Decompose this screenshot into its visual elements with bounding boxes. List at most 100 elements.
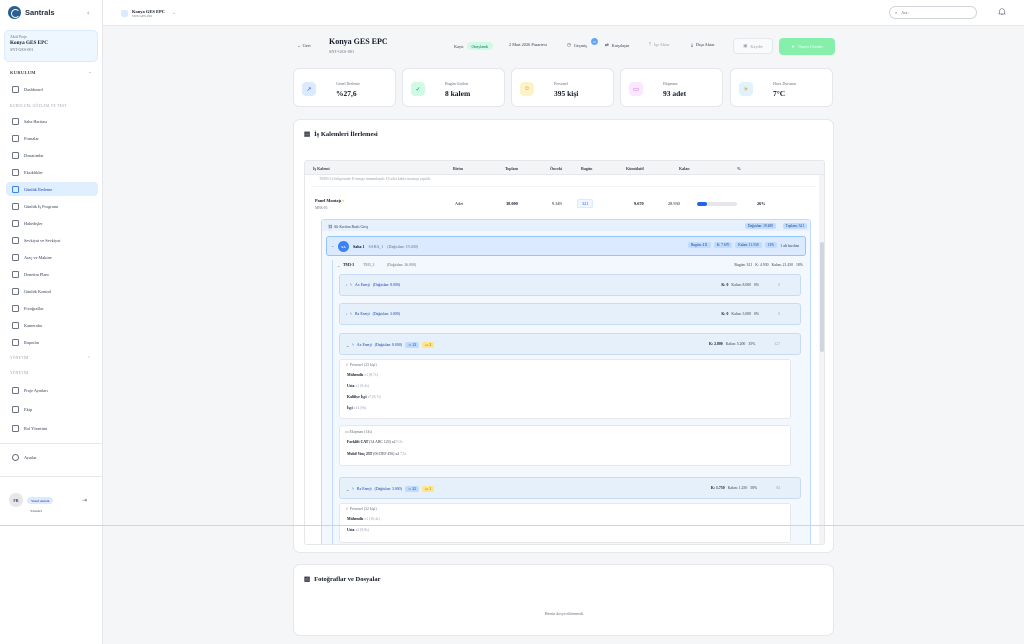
- sidebar-item-sevkiyat[interactable]: Sevkiyat ve Sevkiyat: [6, 233, 98, 247]
- collapse-sidebar-icon[interactable]: ‹: [87, 9, 89, 17]
- energy-group-row[interactable]: › ϟ Ax Enerji (Dağıtılan: 8.000) K: 0 Ka…: [339, 274, 801, 296]
- equipment-badge: ▭ 2: [422, 342, 435, 348]
- submit-approval-button[interactable]: ➤ Onaya Gönder: [779, 38, 835, 55]
- save-label: Kaydet: [750, 43, 763, 49]
- send-icon: ➤: [791, 43, 795, 49]
- task-today-input[interactable]: 321: [577, 199, 594, 208]
- saha-name: Saha 1: [353, 244, 365, 249]
- stat-value: 395 kişi: [554, 89, 579, 98]
- group-percent: 0%: [754, 283, 760, 287]
- sidebar-item-label: Saha Haritası: [24, 118, 48, 124]
- export-button[interactable]: ⤓ Dışa Aktar: [691, 42, 714, 47]
- project-selector-name: Konya GES EPC: [132, 8, 166, 14]
- warning-icon: [12, 168, 19, 176]
- tm-name: TM3-3: [343, 263, 355, 267]
- map-icon: [12, 117, 19, 125]
- stat-label: Personel: [554, 81, 568, 86]
- topbar: Konya GES EPC SNT-GES-001 ⌄ ⌕ Ara...: [103, 0, 1024, 26]
- saha-distributed: (Dağıtılan: 19.200): [387, 244, 419, 249]
- task-previous: 9.349: [552, 201, 562, 206]
- stat-value: 8 kalem: [445, 89, 471, 98]
- sidebar-item-saha-haritasi[interactable]: Saha Haritası: [6, 114, 98, 128]
- group-distributed: (Dağıtılan: 8.000): [372, 283, 401, 287]
- sidebar-item-rol-yonetimi[interactable]: Rol Yönetimi: [6, 421, 98, 435]
- tm-row[interactable]: ⌄ TM3-3 TM3_3 (Dağıtılan: 26.000) Bugün:…: [337, 260, 803, 272]
- sidebar-item-eksiklikler[interactable]: Eksiklikler: [6, 165, 98, 179]
- bell-icon[interactable]: [998, 7, 1006, 16]
- sidebar-item-proje-ayarlari[interactable]: Proje Ayarları: [6, 383, 98, 397]
- back-button[interactable]: ← Geri: [297, 43, 311, 48]
- search-input[interactable]: ⌕ Ara...: [889, 6, 977, 19]
- col-is-kalemi: İş Kalemi: [313, 165, 330, 171]
- chevron-down-icon: ⌄: [346, 343, 350, 348]
- energy-group-row[interactable]: ⌄ ϟ Bx Enerji (Dağıtılan: 3.000) ☺ 22 ▭ …: [339, 477, 801, 499]
- personnel-line: Mühendis x1 (8,7s): [347, 373, 378, 377]
- section-yonetim[interactable]: YÖNETİM: [10, 356, 29, 360]
- sidebar-item-ekip[interactable]: Ekip: [6, 402, 98, 416]
- user-name: Yusuf Akkök: [27, 497, 54, 504]
- import-button[interactable]: ⤒ İşe Aktar: [649, 42, 670, 47]
- group-last[interactable]: 0: [778, 283, 780, 287]
- group-last[interactable]: 84: [776, 486, 780, 490]
- stat-card-today: ✓ Bugün Girilen 8 kalem: [402, 68, 505, 107]
- energy-group-row[interactable]: › ϟ Bx Enerji (Dağıtılan: 3.000) K: 0 Ka…: [339, 303, 801, 325]
- sidebar-divider: [0, 443, 103, 444]
- brand-logo[interactable]: Santrals: [8, 6, 55, 19]
- active-project-card[interactable]: Aktif Proje Konya GES EPC SNT-GES-001: [4, 30, 98, 62]
- avatar[interactable]: FR: [9, 493, 23, 507]
- chevron-right-icon[interactable]: ›: [88, 355, 90, 360]
- sidebar-item-ayarlar[interactable]: Ayarlar: [6, 450, 98, 464]
- document-icon: [12, 219, 19, 227]
- building-icon: [12, 134, 19, 142]
- personnel-role: Usta: [347, 384, 355, 388]
- sidebar-item-firmalar[interactable]: Firmalar: [6, 131, 98, 145]
- table-scrollbar[interactable]: [819, 175, 824, 544]
- section-kurulum[interactable]: KURULUM: [10, 70, 36, 75]
- saha-text: Saha 1 SAHA_1 (Dağıtılan: 19.200): [353, 244, 418, 249]
- saha-today: Bugün: 411: [687, 242, 711, 248]
- sidebar-item-fotograflar[interactable]: Fotoğraflar: [6, 301, 98, 315]
- saha-badge: SA: [338, 241, 349, 252]
- sidebar-item-arac-makine[interactable]: Araç ve Makine: [6, 250, 98, 264]
- sidebar: Santrals ‹ Aktif Proje Konya GES EPC SNT…: [0, 0, 103, 644]
- sidebar-item-label: Sevkiyat ve Sevkiyat: [24, 237, 61, 243]
- sidebar-item-hakedisler[interactable]: Hakedişler: [6, 216, 98, 230]
- personnel-box: ☺ Personel (23 kişi) Mühendis x1 (8,7s) …: [339, 359, 791, 419]
- chevron-down-icon: ⌄: [172, 11, 177, 16]
- group-last[interactable]: 0: [778, 312, 780, 316]
- user-area: FR Yusuf Akkök Yönetici ⇥: [0, 476, 103, 526]
- project-selector[interactable]: Konya GES EPC SNT-GES-001 ⌄: [116, 3, 184, 23]
- sidebar-item-raporlar[interactable]: Raporlar: [6, 335, 98, 349]
- compare-button[interactable]: ⇄ Karşılaştır: [605, 42, 630, 48]
- table-row[interactable]: Panel Montajı ϟ MEK-01 Adet 38.000 9.349…: [305, 193, 819, 217]
- distributed-badge: Dağıtılan: 19.200: [744, 222, 776, 229]
- history-count-badge: 10: [591, 38, 598, 45]
- equipment-line: Mobil Vinç 25T (06 DEF 456) x2 7,5s: [347, 452, 406, 456]
- report-date: 2 Mart 2026 Pazartesi: [509, 42, 547, 47]
- upload-icon: ⤒: [649, 42, 651, 47]
- photos-title-text: Fotoğraflar ve Dosyalar: [314, 575, 381, 583]
- personnel-title: ☺ Personel (23 kişi): [345, 363, 377, 367]
- history-button[interactable]: ◷ Geçmiş: [567, 42, 587, 48]
- stat-card-personnel: ☺ Personel 395 kişi: [511, 68, 614, 107]
- sidebar-item-kameralar[interactable]: Kameralar: [6, 318, 98, 332]
- group-remaining: Kalan: 8.000: [731, 283, 752, 287]
- sidebar-item-denetim-plani[interactable]: Denetim Planı: [6, 267, 98, 281]
- energy-group-row[interactable]: ⌄ ϟ Ax Enerji (Dağıtılan: 8.000) ☺ 23 ▭ …: [339, 333, 801, 355]
- chevron-down-icon[interactable]: ⌄: [88, 69, 92, 75]
- sidebar-item-gunluk-is-programi[interactable]: Günlük İş Programı: [6, 199, 98, 213]
- scroll-thumb[interactable]: [820, 242, 824, 352]
- sidebar-item-gunluk-ilerleme[interactable]: Günlük İlerleme: [6, 182, 98, 196]
- sidebar-item-donatimlar[interactable]: Donatımlar: [6, 148, 98, 162]
- saha-cumulative: K: 7.670: [713, 242, 733, 248]
- group-name: Bx Enerji: [356, 487, 372, 491]
- sidebar-item-dashboard[interactable]: Dashboard: [6, 82, 98, 96]
- saha-row[interactable]: ⌄ SA Saha 1 SAHA_1 (Dağıtılan: 19.200) B…: [326, 236, 806, 256]
- history-label: Geçmiş: [573, 42, 587, 48]
- sidebar-item-gunluk-kontrol[interactable]: Günlük Kontrol: [6, 284, 98, 298]
- personnel-line: Mühendis x1 (10,4s): [347, 517, 380, 521]
- group-last[interactable]: 327: [774, 342, 780, 346]
- logout-icon[interactable]: ⇥: [82, 497, 87, 504]
- save-button[interactable]: ▣ Kaydet: [733, 38, 773, 54]
- stat-label: Genel İlerleme: [336, 81, 360, 86]
